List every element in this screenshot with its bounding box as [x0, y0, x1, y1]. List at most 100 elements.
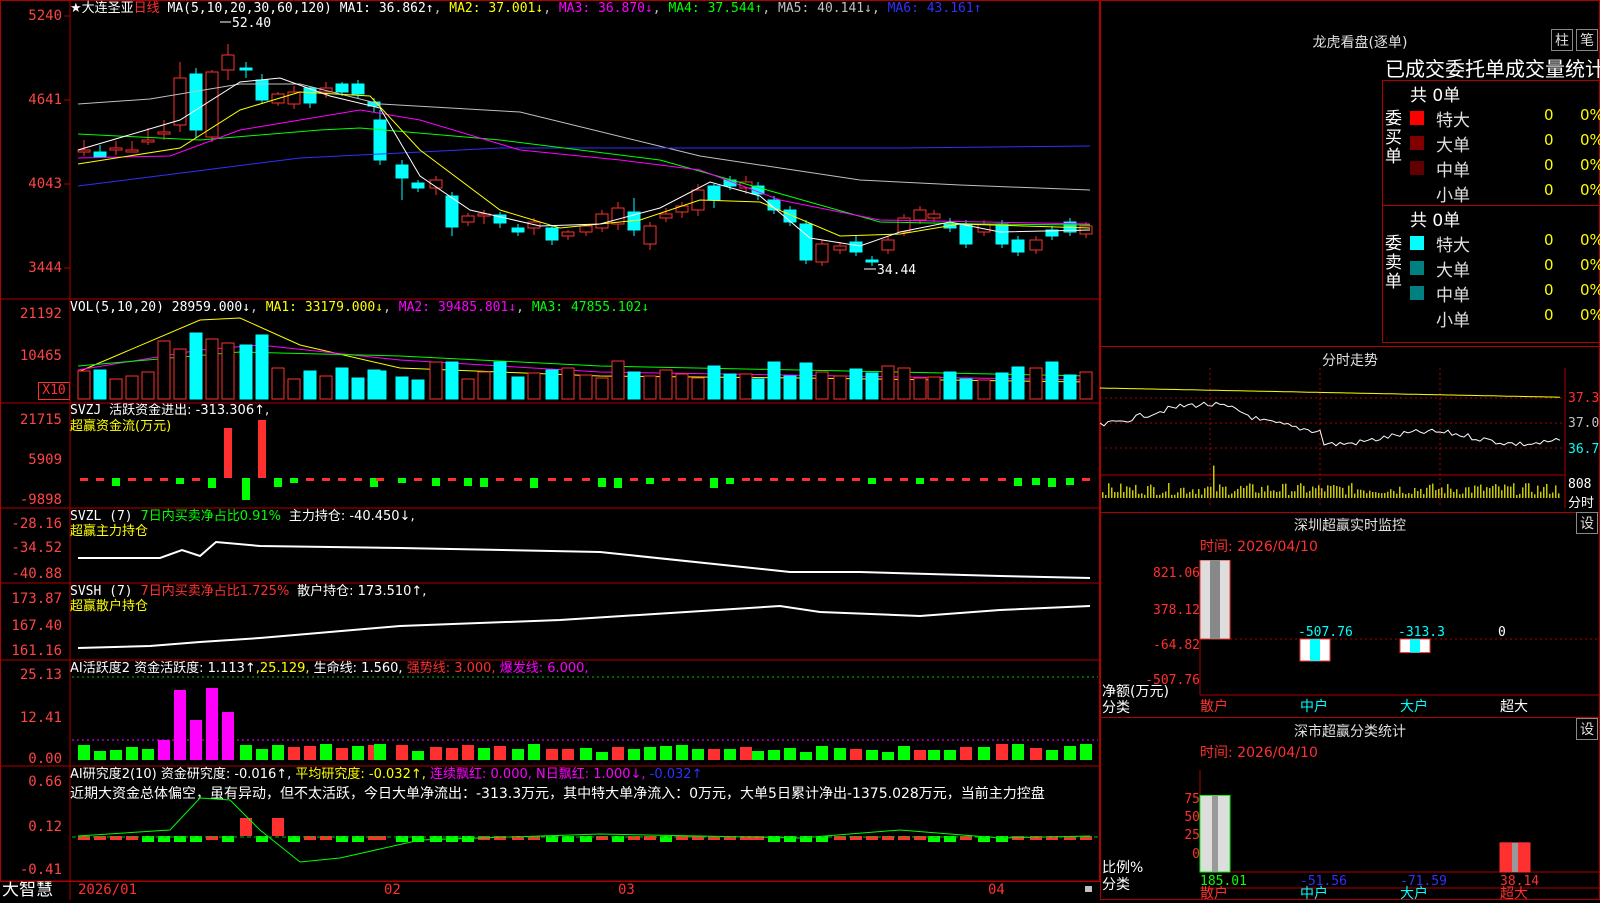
intraday-chart[interactable]	[1100, 368, 1600, 513]
volume-bar	[833, 375, 847, 400]
svzl-holding-line	[78, 540, 1091, 579]
monitor-settings-button[interactable]: 设	[1576, 512, 1598, 534]
intraday-volume-bar	[1504, 484, 1506, 498]
ai1-bar	[866, 750, 878, 760]
bar-mode-button[interactable]: 柱	[1551, 29, 1573, 51]
volume-bar	[335, 367, 349, 400]
svzj-bar	[322, 478, 330, 481]
candle-body	[545, 227, 559, 241]
ai1-bar	[612, 747, 624, 760]
candle-body	[579, 225, 593, 233]
candle-body	[335, 83, 349, 93]
intraday-volume-bar	[1543, 487, 1545, 498]
candle-body	[881, 239, 895, 251]
ai1-bar	[430, 747, 442, 760]
ai1-bar	[320, 744, 332, 760]
intraday-volume-bar	[1450, 488, 1452, 498]
intraday-volume-bar	[1282, 483, 1284, 498]
ai1-bars-group	[78, 688, 1092, 760]
ai1-bar	[446, 748, 458, 760]
volume-bar	[511, 376, 525, 400]
svzj-bar	[836, 478, 844, 481]
intraday-volume-bar	[1318, 485, 1320, 498]
svzj-bar	[726, 478, 734, 484]
order-percent: 0%	[1580, 106, 1600, 124]
tick-mode-button[interactable]: 笔	[1576, 29, 1598, 51]
intraday-volume-bar	[1222, 487, 1224, 498]
svzj-bar	[710, 478, 718, 488]
volume-bar	[723, 373, 737, 400]
svzj-bar	[128, 478, 136, 481]
intraday-volume-bar	[1306, 492, 1308, 498]
volume-bar	[303, 370, 317, 400]
volume-bar	[477, 371, 491, 400]
classify-settings-button[interactable]: 设	[1576, 718, 1598, 740]
intraday-volume-bar	[1285, 483, 1287, 498]
svzl-line-group	[77, 540, 1091, 649]
volume-bar	[611, 360, 625, 400]
candle-body	[239, 67, 253, 71]
lock-icon[interactable]	[1085, 886, 1092, 892]
ai1-bar	[914, 750, 926, 760]
ai1-bar	[336, 748, 348, 760]
svzj-bar	[480, 478, 488, 487]
volume-bar	[959, 378, 973, 400]
volume-bar	[751, 378, 765, 400]
intraday-volume-bar	[1393, 490, 1395, 498]
svzj-bar	[998, 478, 1006, 481]
intraday-volume-bar	[1270, 490, 1272, 498]
intraday-volume-bar	[1198, 489, 1200, 498]
svzj-bar	[1082, 478, 1090, 481]
intraday-volume-bar	[1498, 486, 1500, 498]
ai1-bar	[676, 745, 688, 760]
volume-bar	[373, 370, 387, 400]
ai1-bar	[512, 749, 524, 760]
svzj-bar	[980, 478, 988, 481]
volume-bar	[897, 367, 911, 400]
intraday-volume-bar	[1357, 489, 1359, 498]
ai1-bar	[996, 744, 1008, 760]
intraday-volume-bar	[1453, 492, 1455, 498]
order-size: 小单	[1436, 311, 1470, 331]
volume-bar	[815, 371, 829, 400]
intraday-divider	[1100, 346, 1600, 347]
color-swatch	[1410, 261, 1424, 275]
candle-body	[351, 83, 365, 95]
svzj-bar	[224, 428, 232, 478]
ai1-bar	[546, 749, 558, 760]
ai1-bar	[142, 749, 154, 760]
svzj-bar	[306, 478, 314, 481]
candle-body	[849, 241, 863, 253]
volume-bar	[1029, 367, 1043, 400]
intraday-volume-bar	[1219, 484, 1221, 498]
monitor-bar-stripe	[1410, 639, 1420, 653]
monitor-category-label: 散户	[1200, 699, 1228, 715]
intraday-volume-bar	[1513, 483, 1515, 498]
volume-bar	[595, 377, 609, 400]
order-percent: 0%	[1580, 281, 1600, 299]
volume-bar	[691, 377, 705, 400]
candle-body	[767, 199, 781, 211]
intraday-volume-bar	[1315, 488, 1317, 498]
ai1-bar	[692, 749, 704, 760]
intraday-volume-bar	[1168, 483, 1170, 498]
ai1-bar	[494, 746, 506, 760]
intraday-volume-bar	[1381, 493, 1383, 498]
dragon-tabs[interactable]: 已成交委托单成交量统计	[1385, 53, 1600, 82]
intraday-volume-bar	[1423, 494, 1425, 498]
order-percent: 0%	[1580, 181, 1600, 199]
intraday-volume-bar	[1510, 486, 1512, 498]
candle-body	[833, 245, 847, 251]
intraday-volume-bar	[1525, 483, 1527, 498]
ai1-bar	[960, 747, 972, 760]
classify-category-label: 超大	[1500, 886, 1528, 902]
intraday-axis-1: 37.39	[1568, 391, 1600, 406]
volume-bar	[141, 371, 155, 400]
intraday-volume-bar	[1492, 485, 1494, 498]
color-swatch	[1410, 136, 1424, 150]
volume-bar	[77, 370, 91, 400]
intraday-volume-bar	[1420, 488, 1422, 498]
intraday-volume-bar	[1267, 485, 1269, 498]
ma6-line	[77, 145, 1091, 187]
svzj-bar	[398, 478, 406, 483]
